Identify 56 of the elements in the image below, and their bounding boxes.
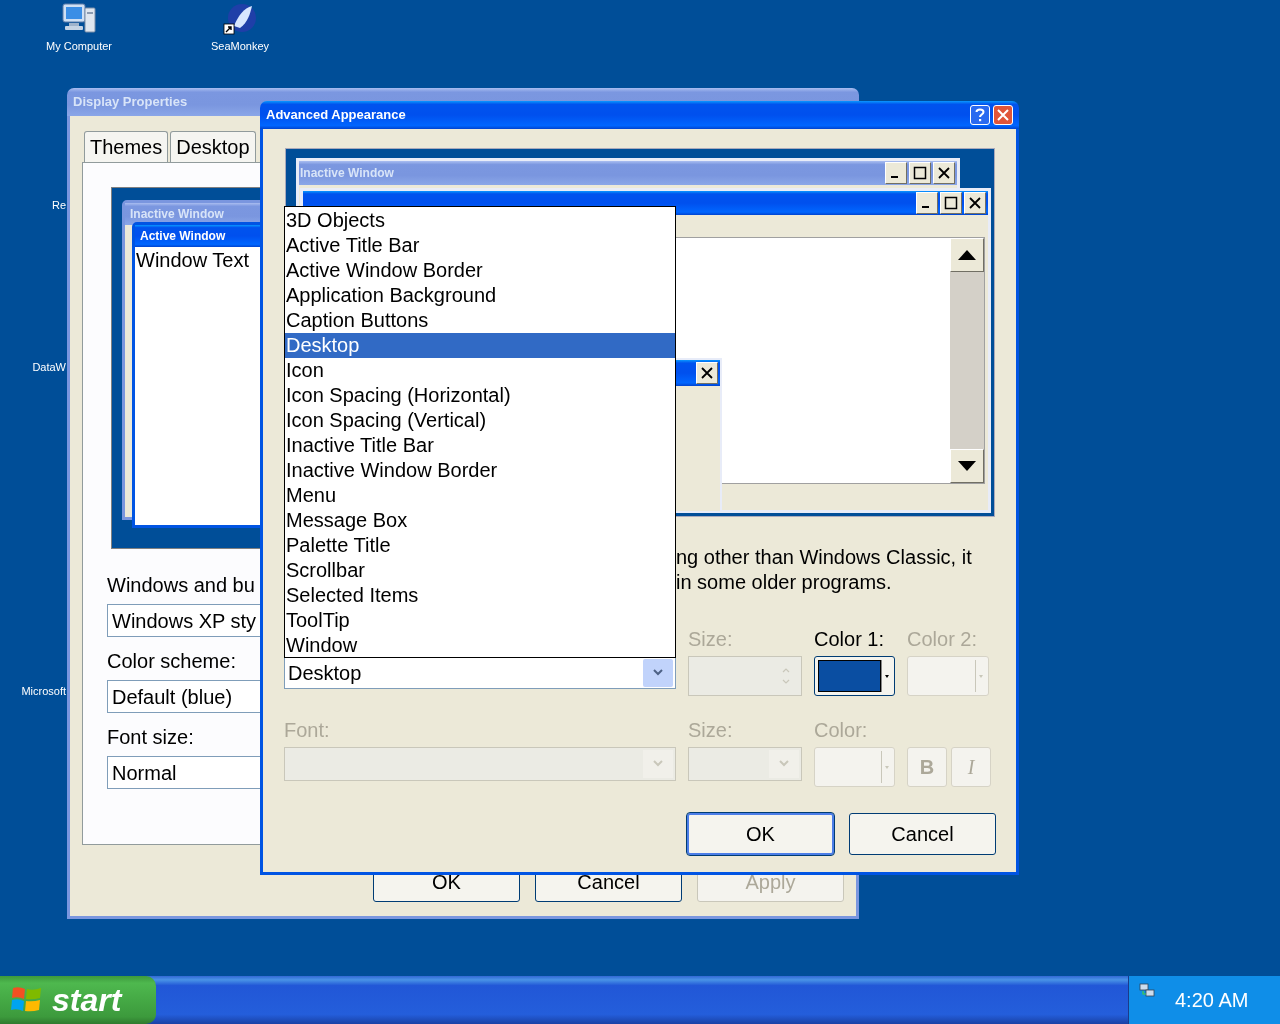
window-title: Inactive Window [300, 165, 395, 182]
computer-icon[interactable] [61, 2, 97, 36]
list-item[interactable]: Window [285, 633, 675, 658]
window-title: Display Properties [73, 93, 188, 112]
list-item[interactable]: Icon Spacing (Vertical) [285, 408, 675, 433]
desktop-icon-label[interactable]: Microsoft [21, 685, 66, 698]
desktop-icon-label[interactable]: SeaMonkey [210, 40, 270, 53]
field-label: Color scheme: [107, 650, 236, 672]
field-label: Windows and bu [107, 574, 255, 596]
list-item[interactable]: ToolTip [285, 608, 675, 633]
desktop-icon-label[interactable]: Re [51, 199, 66, 212]
question-mark-icon[interactable] [975, 108, 985, 122]
description-text: ng other than Windows Classic, it [676, 545, 972, 570]
scroll-up-arrow-icon[interactable] [958, 250, 976, 260]
list-item[interactable]: Inactive Title Bar [285, 433, 675, 458]
window-title: Active Window [140, 228, 226, 245]
item-dropdown[interactable]: Desktop [284, 657, 676, 689]
caret-icon[interactable] [884, 674, 889, 678]
field-label: Font size: [107, 726, 194, 748]
list-item[interactable]: Icon Spacing (Horizontal) [285, 383, 675, 408]
list-item[interactable]: Menu [285, 483, 675, 508]
control-label: Size: [688, 628, 733, 650]
list-item[interactable]: Selected Items [285, 583, 675, 608]
list-item[interactable]: Inactive Window Border [285, 458, 675, 483]
list-item[interactable]: Icon [285, 358, 675, 383]
list-item[interactable]: Desktop [285, 333, 675, 358]
list-item[interactable]: Message Box [285, 508, 675, 533]
sailboat-globe-icon[interactable] [222, 2, 258, 36]
control-label: Size: [688, 719, 733, 741]
tab[interactable]: Desktop [170, 131, 256, 162]
color-picker-button[interactable] [814, 656, 895, 696]
control-label: Color 1: [814, 628, 885, 650]
control-label: Color: [814, 719, 868, 741]
list-item[interactable]: Palette Title [285, 533, 675, 558]
list-item[interactable]: Caption Buttons [285, 308, 675, 333]
desktop-icon-label[interactable]: DataW [32, 361, 66, 374]
scroll-down-arrow-icon[interactable] [958, 461, 976, 471]
description-text: in some older programs. [676, 570, 892, 595]
tab[interactable]: Themes [84, 131, 169, 162]
network-icon[interactable] [1139, 982, 1155, 998]
list-item[interactable]: Scrollbar [285, 558, 675, 583]
control-label: Color 2: [907, 628, 978, 650]
help-button[interactable] [970, 105, 990, 125]
list-item[interactable]: Active Window Border [285, 258, 675, 283]
desktop-icon-label[interactable]: My Computer [46, 40, 112, 53]
window-text: Window Text [135, 248, 249, 272]
dropdown-chevron-icon[interactable] [653, 669, 663, 677]
dialog-button[interactable]: Cancel [849, 813, 996, 855]
list-item[interactable]: Active Title Bar [285, 233, 675, 258]
scrollbar[interactable] [950, 238, 984, 483]
control-label: Font: [284, 719, 330, 741]
window-title: Advanced Appearance [266, 106, 407, 125]
list-item[interactable]: 3D Objects [285, 208, 675, 233]
dialog-button[interactable]: OK [687, 813, 834, 855]
window-title: Inactive Window [130, 206, 224, 223]
list-item[interactable]: Application Background [285, 283, 675, 308]
